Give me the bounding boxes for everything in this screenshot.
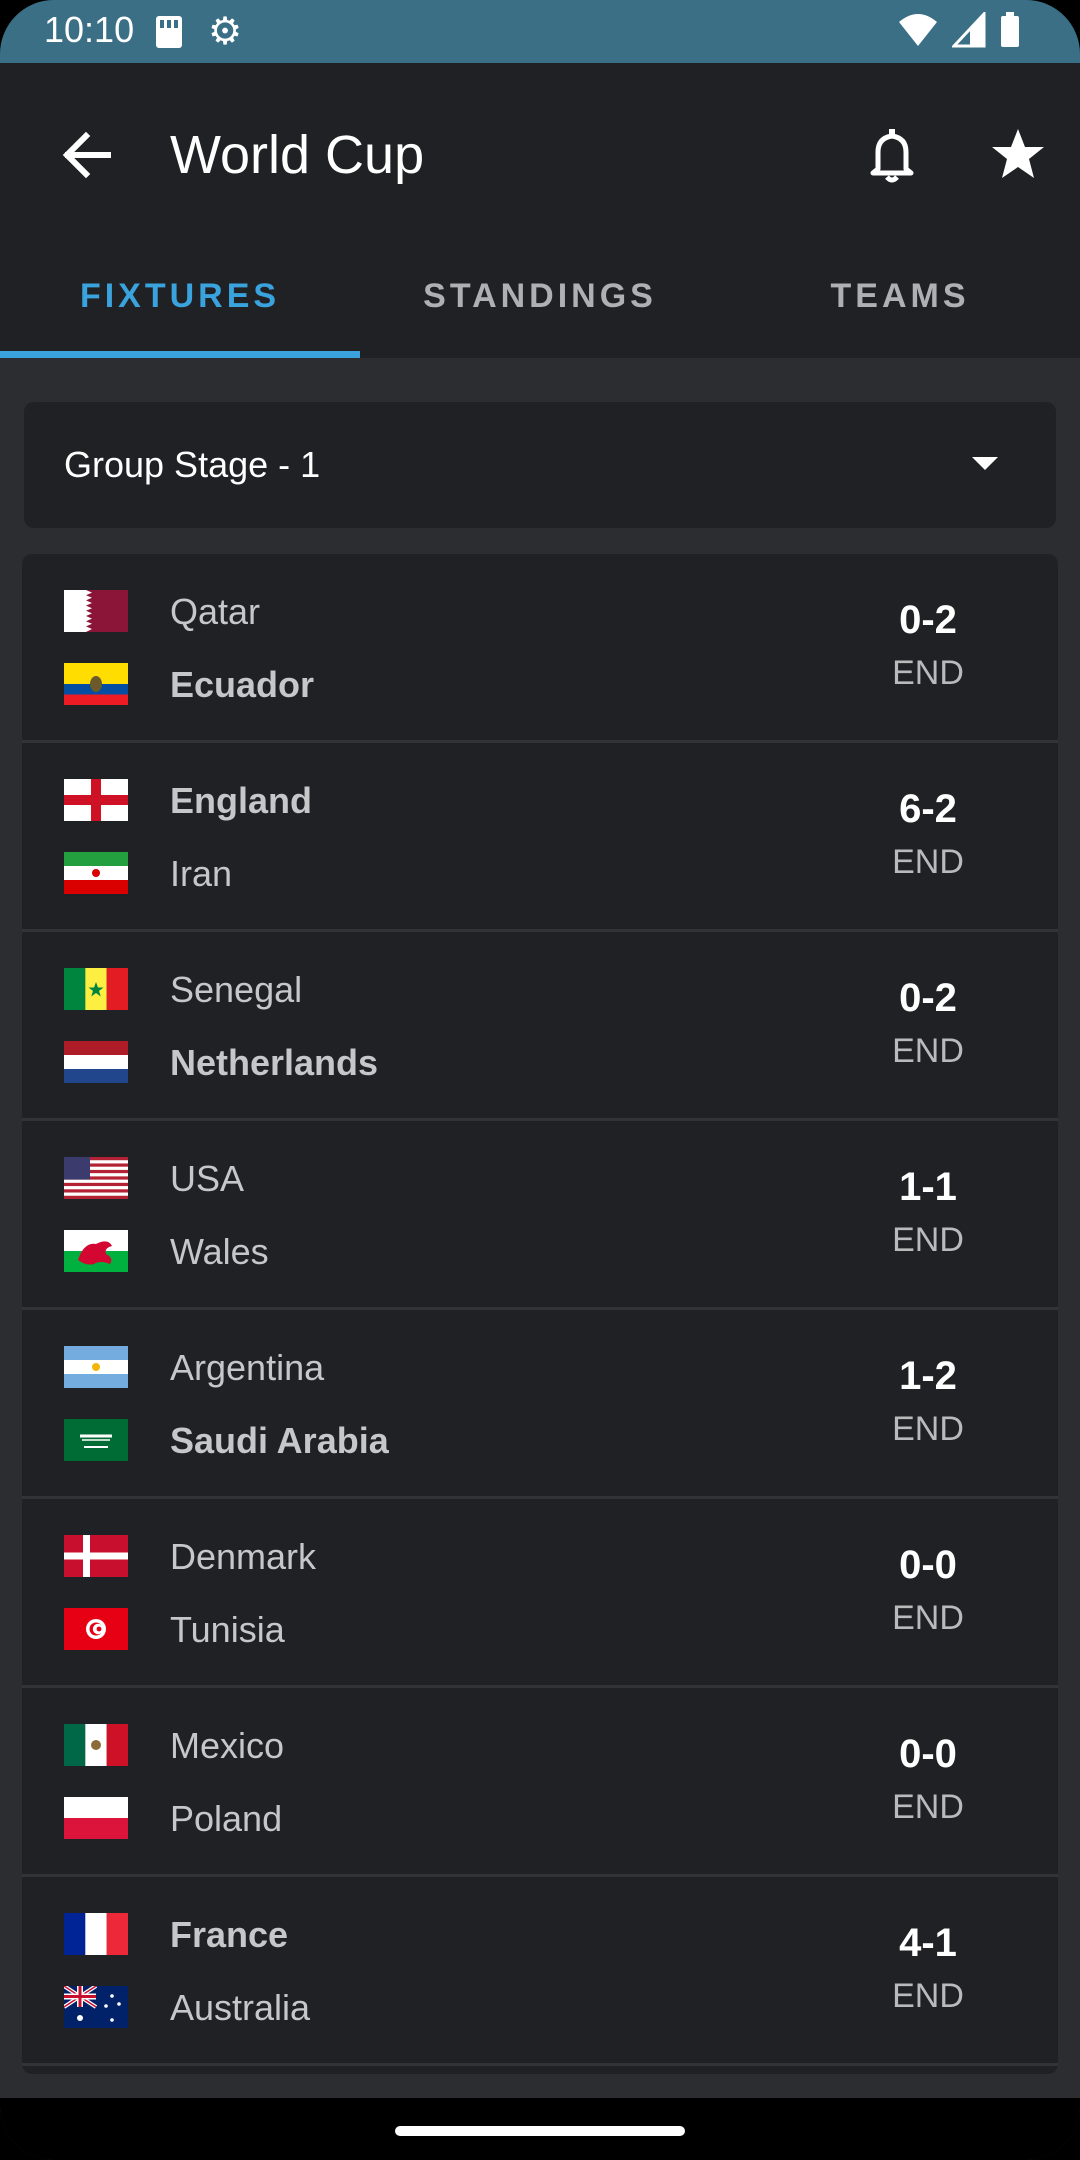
status-time: 10:10 (44, 9, 135, 50)
navigation-bar (0, 2098, 1080, 2160)
team-name: Qatar (170, 591, 261, 632)
team-name: Tunisia (170, 1609, 285, 1650)
match-row[interactable]: Mexico Poland 0-0 END (22, 1688, 1058, 1877)
ecuador-flag-icon (64, 663, 128, 705)
denmark-flag-icon (64, 1535, 128, 1577)
team-name: Argentina (170, 1347, 325, 1388)
match-status: END (892, 1032, 964, 1070)
team-name: Denmark (170, 1536, 317, 1577)
wales-flag-icon (64, 1230, 128, 1272)
match-score: 1-1 (899, 1165, 957, 1209)
team-name: France (170, 1914, 289, 1955)
match-score: 6-2 (899, 787, 957, 831)
match-status: END (892, 843, 964, 881)
notifications-button[interactable] (856, 119, 928, 191)
bell-outline-icon (870, 129, 914, 183)
match-status: END (892, 654, 964, 692)
match-row[interactable]: Qatar Ecuador 0-2 END (22, 554, 1058, 743)
stage-dropdown-value: Group Stage - 1 (64, 444, 321, 485)
team-name: USA (170, 1158, 245, 1199)
fixtures-list: Qatar Ecuador 0-2 END England Iran 6-2 E… (22, 554, 1058, 2074)
team-name: Saudi Arabia (170, 1420, 389, 1461)
settings-gear-icon: ⚙ (208, 11, 243, 53)
team-name: Iran (170, 853, 233, 894)
phone-screen: 10:10 ⚙ World Cup FIXTURES STANDINGS TEA… (0, 0, 1080, 2160)
stage-dropdown[interactable]: Group Stage - 1 (24, 402, 1056, 528)
match-status: END (892, 1221, 964, 1259)
team-name: England (170, 780, 312, 821)
cell-signal-icon (951, 12, 986, 48)
tab-indicator (0, 351, 360, 358)
match-score: 1-2 (899, 1354, 957, 1398)
match-score: 0-2 (899, 598, 957, 642)
arrow-back-icon (62, 131, 111, 179)
match-row[interactable]: England Iran 6-2 END (22, 743, 1058, 932)
tab-fixtures[interactable]: FIXTURES (0, 241, 360, 358)
match-row[interactable]: Argentina Saudi Arabia 1-2 END (22, 1310, 1058, 1499)
match-status: END (892, 1977, 964, 2015)
team-name: Poland (170, 1798, 283, 1839)
match-row[interactable]: Senegal Netherlands 0-2 END (22, 932, 1058, 1121)
tab-standings[interactable]: STANDINGS (360, 241, 720, 358)
match-score: 4-1 (899, 1921, 957, 1965)
status-bar: 10:10 ⚙ (0, 0, 1080, 63)
iran-flag-icon (64, 852, 128, 894)
usa-flag-icon (64, 1157, 128, 1199)
qatar-flag-icon (64, 590, 128, 632)
england-flag-icon (64, 779, 128, 821)
match-status: END (892, 1410, 964, 1448)
team-name: Australia (170, 1987, 311, 2028)
star-icon (992, 129, 1044, 178)
match-status: END (892, 1788, 964, 1826)
favorite-button[interactable] (982, 119, 1054, 191)
wifi-icon (899, 14, 938, 46)
netherlands-flag-icon (64, 1041, 128, 1083)
mexico-flag-icon (64, 1724, 128, 1766)
tab-bar: FIXTURES STANDINGS TEAMS (0, 241, 1080, 358)
match-row[interactable]: Denmark Tunisia 0-0 END (22, 1499, 1058, 1688)
tunisia-flag-icon (64, 1608, 128, 1650)
team-name: Netherlands (170, 1042, 379, 1083)
status-icons (889, 12, 1020, 48)
match-row[interactable]: France Australia 4-1 END (22, 1877, 1058, 2066)
app-bar: World Cup (0, 63, 1080, 241)
australia-flag-icon (64, 1986, 128, 2028)
match-status: END (892, 1599, 964, 1637)
match-row[interactable]: USA Wales 1-1 END (22, 1121, 1058, 1310)
argentina-flag-icon (64, 1346, 128, 1388)
match-score: 0-0 (899, 1732, 957, 1776)
team-name: Senegal (170, 969, 303, 1010)
senegal-flag-icon (64, 968, 128, 1010)
back-button[interactable] (50, 119, 122, 191)
team-name: Wales (170, 1231, 269, 1272)
list-item (22, 2066, 1058, 2074)
battery-icon (1001, 12, 1019, 47)
match-score: 0-2 (899, 976, 957, 1020)
home-gesture-handle[interactable] (395, 2126, 685, 2136)
tab-teams[interactable]: TEAMS (720, 241, 1080, 358)
team-name: Mexico (170, 1725, 285, 1766)
france-flag-icon (64, 1913, 128, 1955)
match-score: 0-0 (899, 1543, 957, 1587)
saudi-arabia-flag-icon (64, 1419, 128, 1461)
team-name: Ecuador (170, 664, 315, 705)
sd-card-icon (156, 16, 182, 48)
page-title: World Cup (170, 125, 425, 185)
dropdown-arrow-icon (972, 457, 998, 470)
poland-flag-icon (64, 1797, 128, 1839)
